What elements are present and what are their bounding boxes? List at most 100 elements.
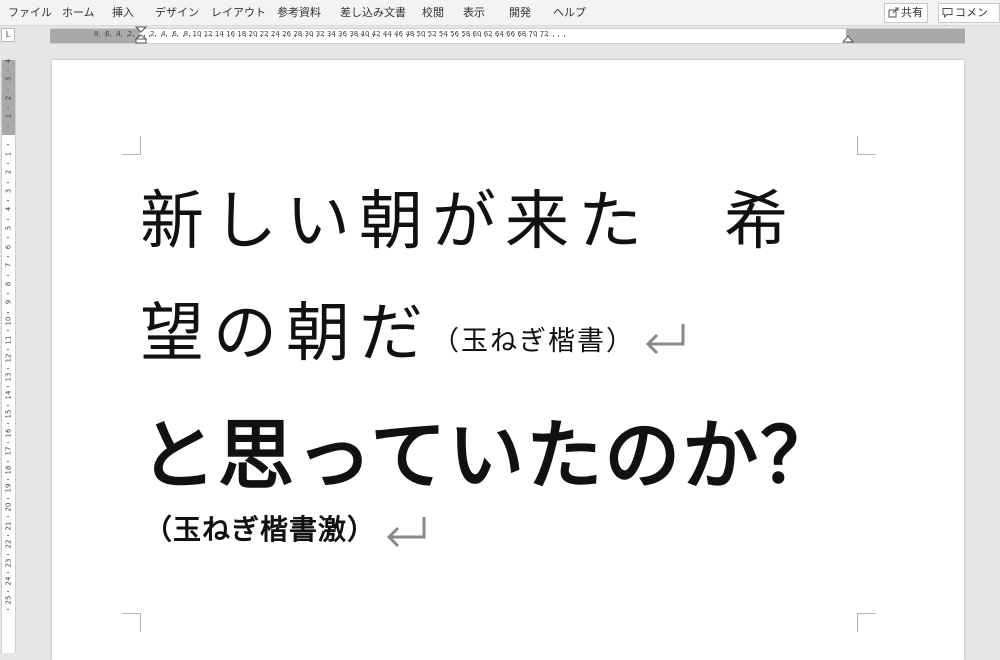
ruler-tick [535, 35, 537, 37]
vertical-ruler-label: 14 [4, 390, 13, 400]
crop-mark-bottom-right [857, 613, 876, 632]
share-label: 共有 [901, 6, 923, 19]
vertical-ruler-label: 3 [4, 188, 13, 194]
vertical-ruler-label: 18 [4, 465, 13, 475]
ruler-tick [519, 35, 520, 37]
crop-mark-top-right [857, 136, 876, 155]
ruler-tick [507, 35, 509, 37]
vertical-ruler-tick [7, 162, 9, 164]
tab-references[interactable]: 参考資料 [277, 0, 321, 25]
ruler-tick [485, 35, 487, 37]
document-line-2: 望の朝だ（玉ねぎ楷書） [140, 282, 687, 374]
ruler-tick [188, 35, 190, 37]
ruler-tick [401, 35, 403, 37]
ruler-tick [429, 35, 431, 37]
vertical-ruler-label: 20 [4, 502, 13, 512]
tab-design[interactable]: デザイン [155, 0, 199, 25]
ruler-label: 2 [127, 30, 133, 38]
crop-mark-top-left [122, 136, 141, 155]
ruler-tick [216, 35, 218, 37]
ruler-tick [351, 35, 352, 37]
ruler-tick [261, 35, 263, 37]
ruler-tick [289, 35, 291, 37]
ruler-tick [183, 35, 184, 37]
tab-home[interactable]: ホーム [62, 0, 95, 25]
ruler-tick [300, 35, 302, 37]
tab-insert[interactable]: 挿入 [112, 0, 134, 25]
ruler-tick [211, 35, 212, 37]
document-line-3: と思っていたのか？ [140, 411, 839, 500]
vertical-ruler-label: 25 [4, 595, 13, 605]
document-line-2-text: 望の朝だ [140, 297, 432, 371]
ruler-tick [328, 35, 330, 37]
tab-developer[interactable]: 開発 [509, 0, 531, 25]
horizontal-ruler-row: L 8 6 4 2 2 4 6 8 10 12 14 16 18 20 22 24 26 28 30 32 34 36 38… [0, 26, 1000, 44]
ruler-tick [502, 35, 504, 37]
right-indent-marker-icon[interactable] [842, 35, 854, 43]
vertical-ruler-tick [7, 404, 9, 406]
comment-icon [942, 8, 953, 19]
vertical-ruler-label: 23 [4, 558, 13, 568]
ruler-tick [530, 35, 532, 37]
ruler-tick [412, 35, 414, 37]
tab-view[interactable]: 表示 [463, 0, 485, 25]
ruler-tick [446, 35, 448, 37]
ruler-tick [418, 35, 420, 37]
ruler-tick [379, 35, 380, 37]
ruler-tick [552, 35, 554, 37]
ruler-tick [272, 35, 274, 37]
tab-selector[interactable]: L [1, 28, 15, 42]
vertical-ruler-tick [7, 479, 9, 481]
crop-mark-bottom-left [122, 613, 141, 632]
vertical-ruler-tick [7, 572, 9, 574]
ruler-label: 6 [172, 30, 177, 38]
ruler-tick [121, 35, 123, 37]
ruler-label: 8 [93, 30, 99, 38]
tab-review[interactable]: 校閲 [422, 0, 444, 25]
vertical-ruler-tick [7, 423, 9, 425]
vertical-ruler-label: 5 [4, 225, 13, 231]
vertical-ruler-tick [7, 255, 9, 257]
ruler-tick [239, 35, 240, 37]
share-button[interactable]: 共有 [884, 3, 928, 23]
ruler-tick [205, 35, 207, 37]
vertical-ruler-label: 1 [4, 114, 13, 119]
vertical-ruler[interactable]: 4 3 2 1 1 2 3 4 5 6 7 8 9 10 11 12 13 14 15 16 17 18 19 20 21 22 2… [1, 58, 16, 653]
ruler-tick [155, 35, 156, 37]
ruler-tick [563, 35, 565, 37]
ruler-tick [356, 35, 358, 37]
vertical-ruler-label: 7 [4, 262, 13, 268]
ruler-tick [395, 35, 397, 37]
ruler-label: 6 [105, 30, 110, 38]
indent-marker-icon[interactable] [135, 26, 147, 44]
ruler-tick [267, 35, 268, 37]
font-name-note-2: （玉ねぎ楷書激） [144, 513, 377, 546]
vertical-ruler-tick [7, 311, 9, 313]
vertical-ruler-tick [7, 69, 9, 71]
comment-button[interactable]: コメント [938, 3, 1000, 37]
ruler-tick [199, 35, 201, 37]
ruler-tick [233, 35, 235, 37]
vertical-ruler-label: 6 [4, 244, 13, 249]
vertical-ruler-tick [7, 144, 9, 146]
vertical-ruler-label: 21 [4, 521, 13, 531]
ruler-tick [166, 35, 168, 37]
tab-layout[interactable]: レイアウト [211, 0, 266, 25]
ruler-label: 4 [116, 30, 121, 38]
ruler-tick [244, 35, 246, 37]
vertical-ruler-tick [7, 367, 9, 369]
vertical-ruler-tick [7, 88, 9, 90]
ruler-tick [317, 35, 319, 37]
ruler-tick [435, 35, 436, 37]
ruler-tick [295, 35, 296, 37]
ruler-tick [227, 35, 229, 37]
tab-help[interactable]: ヘルプ [553, 0, 586, 25]
ruler-tick [127, 35, 128, 37]
ruler-tick [496, 35, 498, 37]
tab-mailings[interactable]: 差し込み文書 [340, 0, 406, 25]
vertical-ruler-label: 13 [4, 372, 13, 382]
tab-file[interactable]: ファイル [8, 0, 52, 25]
horizontal-ruler[interactable]: 8 6 4 2 2 4 6 8 10 12 14 16 18 20 22 24 26 28 30 32 34 36 38 40… [50, 28, 965, 44]
ruler-tick [558, 35, 560, 37]
document-page[interactable]: 新しい朝が来た 希 望の朝だ（玉ねぎ楷書） と思っていたのか？ （玉ねぎ楷書激） [52, 60, 964, 660]
